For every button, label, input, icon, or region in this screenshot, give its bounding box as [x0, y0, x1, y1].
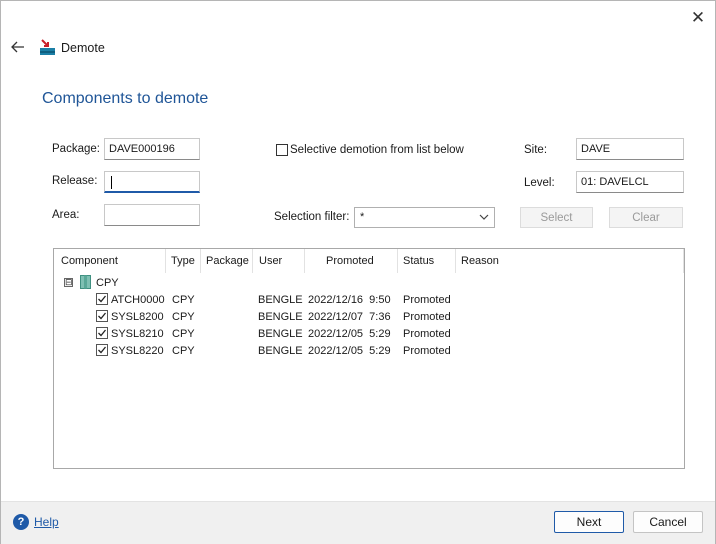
- package-label: Package:: [52, 143, 100, 155]
- cell-status: Promoted: [403, 328, 451, 340]
- package-value: DAVE000196: [109, 143, 175, 155]
- checkmark-icon: [98, 346, 107, 354]
- column-header-user[interactable]: User: [253, 249, 305, 273]
- column-header-status[interactable]: Status: [398, 249, 456, 273]
- package-field[interactable]: DAVE000196: [104, 138, 200, 160]
- back-button[interactable]: [9, 38, 27, 56]
- dialog-footer: ? Help Next Cancel: [1, 501, 715, 544]
- level-label: Level:: [524, 177, 555, 189]
- column-header-package[interactable]: Package: [201, 249, 253, 273]
- cell-type: CPY: [172, 345, 195, 357]
- cell-promoted: 2022/12/16 9:50: [308, 294, 391, 306]
- library-icon: [80, 275, 91, 289]
- row-checkbox[interactable]: [96, 293, 108, 305]
- cell-component: ATCH0000: [111, 294, 165, 306]
- help-icon[interactable]: ?: [13, 514, 29, 530]
- column-header-reason[interactable]: Reason: [456, 249, 684, 273]
- row-checkbox[interactable]: [96, 310, 108, 322]
- cell-status: Promoted: [403, 345, 451, 357]
- level-value: 01: DAVELCL: [581, 176, 649, 188]
- row-checkbox[interactable]: [96, 344, 108, 356]
- column-header-component[interactable]: Component: [54, 249, 166, 273]
- next-button[interactable]: Next: [554, 511, 624, 533]
- group-label[interactable]: CPY: [96, 277, 119, 289]
- row-checkbox[interactable]: [96, 327, 108, 339]
- checkmark-icon: [98, 295, 107, 303]
- cancel-button[interactable]: Cancel: [633, 511, 703, 533]
- cell-promoted: 2022/12/05 5:29: [308, 345, 391, 357]
- chevron-down-icon: [479, 214, 489, 220]
- window-title: Demote: [61, 41, 105, 55]
- column-header-type[interactable]: Type: [166, 249, 201, 273]
- site-value: DAVE: [581, 143, 611, 155]
- cell-promoted: 2022/12/07 7:36: [308, 311, 391, 323]
- selection-filter-dropdown[interactable]: *: [354, 207, 495, 228]
- checkmark-icon: [98, 329, 107, 337]
- help-link[interactable]: Help: [34, 515, 59, 529]
- table-row[interactable]: SYSL8200 CPY BENGLE 2022/12/07 7:36 Prom…: [54, 309, 684, 326]
- release-label: Release:: [52, 175, 98, 187]
- cell-user: BENGLE: [258, 345, 303, 357]
- area-label: Area:: [52, 209, 80, 221]
- close-button[interactable]: ✕: [687, 7, 709, 29]
- cell-component: SYSL8200: [111, 311, 164, 323]
- checkmark-icon: [98, 312, 107, 320]
- cell-type: CPY: [172, 294, 195, 306]
- collapse-toggle[interactable]: ⊟: [64, 278, 73, 287]
- cell-type: CPY: [172, 311, 195, 323]
- table-row[interactable]: SYSL8220 CPY BENGLE 2022/12/05 5:29 Prom…: [54, 343, 684, 360]
- cell-user: BENGLE: [258, 311, 303, 323]
- selection-filter-label: Selection filter:: [274, 211, 350, 223]
- select-button[interactable]: Select: [520, 207, 593, 228]
- cell-status: Promoted: [403, 294, 451, 306]
- cell-component: SYSL8220: [111, 345, 164, 357]
- cell-component: SYSL8210: [111, 328, 164, 340]
- cancel-button-label: Cancel: [649, 515, 687, 529]
- cell-type: CPY: [172, 328, 195, 340]
- components-grid[interactable]: Component Type Package User Promoted Sta…: [53, 248, 685, 469]
- table-row[interactable]: ATCH0000 CPY BENGLE 2022/12/16 9:50 Prom…: [54, 292, 684, 309]
- selective-demotion-label[interactable]: Selective demotion from list below: [290, 144, 464, 156]
- next-button-label: Next: [576, 515, 602, 529]
- grid-header: Component Type Package User Promoted Sta…: [54, 249, 684, 273]
- clear-button[interactable]: Clear: [609, 207, 683, 228]
- selection-filter-value: *: [360, 211, 365, 223]
- cell-status: Promoted: [403, 311, 451, 323]
- cell-user: BENGLE: [258, 328, 303, 340]
- cell-promoted: 2022/12/05 5:29: [308, 328, 391, 340]
- selective-demotion-checkbox[interactable]: [276, 144, 288, 156]
- column-header-promoted[interactable]: Promoted: [305, 249, 398, 273]
- demote-app-icon: [40, 39, 55, 55]
- level-field[interactable]: 01: DAVELCL: [576, 171, 684, 193]
- page-heading: Components to demote: [42, 90, 209, 107]
- close-icon: ✕: [690, 8, 706, 27]
- text-caret: [111, 176, 112, 189]
- table-row[interactable]: SYSL8210 CPY BENGLE 2022/12/05 5:29 Prom…: [54, 326, 684, 343]
- cell-user: BENGLE: [258, 294, 303, 306]
- area-field[interactable]: [104, 204, 200, 226]
- demote-dialog: ✕ Demote Components to demote Package: D…: [0, 0, 716, 544]
- release-field[interactable]: [104, 171, 200, 193]
- back-arrow-icon: [11, 41, 24, 53]
- site-field[interactable]: DAVE: [576, 138, 684, 160]
- site-label: Site:: [524, 144, 548, 156]
